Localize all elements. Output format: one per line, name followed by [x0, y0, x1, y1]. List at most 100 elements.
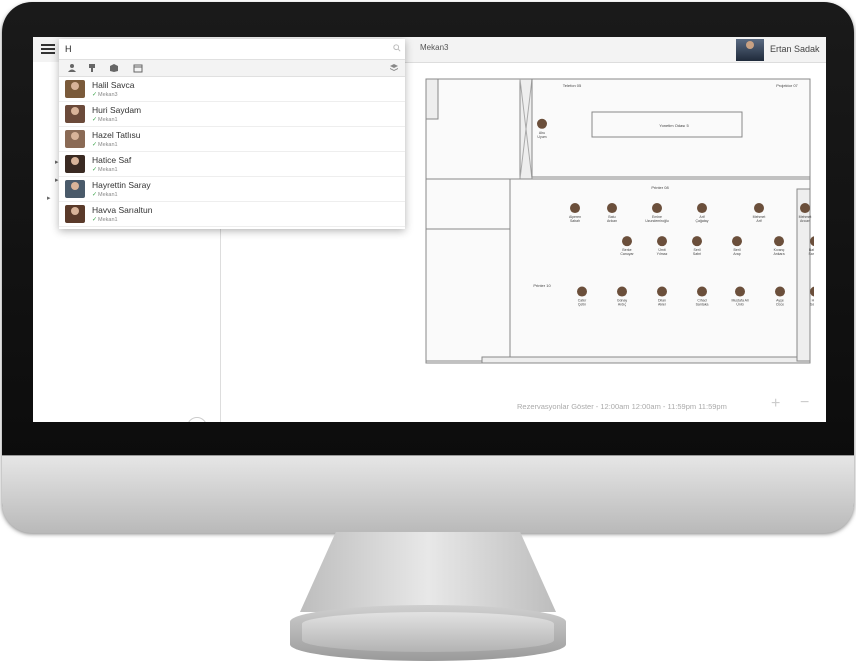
- person-avatar: [692, 236, 702, 247]
- check-icon: ✓: [92, 192, 98, 198]
- hamburger-menu-icon[interactable]: [41, 42, 55, 56]
- search-results-list: Halil Savca ✓Mekan3 Huri Saydam ✓Mekan1 Haze…: [59, 77, 405, 227]
- person-icon[interactable]: [67, 63, 77, 73]
- sidebar-expander-icon[interactable]: ▸: [47, 194, 51, 202]
- result-name: Hatice Saf: [92, 155, 132, 165]
- person-marker[interactable]: [657, 286, 667, 297]
- person-avatar: [570, 203, 580, 214]
- person-marker[interactable]: [652, 203, 662, 214]
- breadcrumb[interactable]: Mekan3: [420, 43, 448, 52]
- result-location-row: ✓Mekan1: [92, 116, 118, 123]
- person-marker[interactable]: [607, 203, 617, 214]
- person-marker[interactable]: [697, 203, 707, 214]
- person-marker[interactable]: [732, 236, 742, 247]
- person-avatar: [732, 236, 742, 247]
- sidebar-expander-icon[interactable]: ▸: [55, 176, 59, 184]
- check-icon: ✓: [92, 142, 98, 148]
- person-marker[interactable]: [617, 286, 627, 297]
- room-label-projektor: Projektor 07: [776, 83, 798, 88]
- result-name: Hayrettin Saray: [92, 180, 151, 190]
- person-marker[interactable]: [570, 203, 580, 214]
- person-avatar: [577, 286, 587, 297]
- search-result-item[interactable]: Hatice Saf ✓Mekan1: [59, 152, 405, 177]
- person-marker[interactable]: [657, 236, 667, 247]
- person-marker[interactable]: [537, 118, 547, 129]
- search-result-item[interactable]: Huri Saydam ✓Mekan1: [59, 102, 405, 127]
- seat-icon[interactable]: [87, 63, 97, 73]
- person-marker[interactable]: [735, 286, 745, 297]
- zoom-in-button[interactable]: +: [771, 395, 780, 413]
- person-marker[interactable]: [692, 236, 702, 247]
- avatar: [65, 130, 85, 148]
- check-icon: ✓: [92, 217, 98, 223]
- search-input[interactable]: [61, 41, 399, 56]
- person-marker[interactable]: [800, 203, 810, 214]
- person-avatar: [800, 203, 810, 214]
- person-avatar: [754, 203, 764, 214]
- search-result-item[interactable]: Hayrettin Saray ✓Mekan1: [59, 177, 405, 202]
- person-avatar: [622, 236, 632, 247]
- person-last-name: Ünlü: [736, 303, 743, 307]
- result-location: Mekan1: [98, 217, 118, 223]
- search-icon[interactable]: [393, 44, 401, 52]
- result-location: Mekan1: [98, 117, 118, 123]
- person-marker[interactable]: [697, 286, 707, 297]
- person-last-name: Arıcan: [800, 219, 810, 223]
- result-name: Huri Saydam: [92, 105, 142, 115]
- person-last-name: Arap: [733, 252, 740, 256]
- result-location-row: ✓Mekan1: [92, 166, 118, 173]
- reservation-toggle-text[interactable]: Rezervasyonlar Göster - 12:00am 12:00am …: [517, 402, 727, 411]
- search-result-item[interactable]: Halil Savca ✓Mekan3: [59, 77, 405, 102]
- check-icon: ✓: [92, 117, 98, 123]
- person-marker[interactable]: [622, 236, 632, 247]
- person-last-name: Akier: [658, 303, 667, 307]
- search-result-item[interactable]: Havva Sarıaltun ✓Mekan1: [59, 202, 405, 227]
- room-label-printer08: Printer 08: [651, 185, 669, 190]
- result-location-row: ✓Mekan1: [92, 191, 118, 198]
- person-marker[interactable]: [774, 236, 784, 247]
- person-last-name: Ankara: [773, 252, 784, 256]
- person-last-name: Savca: [810, 303, 814, 307]
- person-avatar: [774, 236, 784, 247]
- person-marker[interactable]: [810, 286, 814, 297]
- person-marker[interactable]: [775, 286, 785, 297]
- layers-icon[interactable]: [389, 63, 399, 73]
- search-filter-bar: [59, 59, 405, 77]
- monitor-chin: [2, 455, 854, 533]
- user-avatar[interactable]: [736, 39, 764, 61]
- zoom-out-button[interactable]: −: [800, 394, 809, 412]
- sidebar-expander-icon[interactable]: ▸: [55, 158, 59, 166]
- person-marker[interactable]: [754, 203, 764, 214]
- person-last-name: Uyum: [537, 135, 546, 139]
- person-last-name: Uzundemiroğlu: [645, 219, 669, 223]
- person-last-name: Sabah: [570, 219, 580, 223]
- result-location-row: ✓Mekan3: [92, 91, 118, 98]
- help-button[interactable]: ?: [187, 417, 207, 422]
- person-last-name: Çetin: [578, 303, 586, 307]
- result-location: Mekan1: [98, 192, 118, 198]
- person-avatar: [657, 286, 667, 297]
- person-avatar: [810, 286, 814, 297]
- user-name[interactable]: Ertan Sadak: [770, 44, 820, 54]
- result-location-row: ✓Mekan1: [92, 216, 118, 223]
- room-label-telefon: Telefon 05: [563, 83, 582, 88]
- avatar: [65, 80, 85, 98]
- room-icon[interactable]: [109, 63, 119, 73]
- person-last-name: Ardıç: [618, 303, 626, 307]
- calendar-icon[interactable]: [133, 63, 143, 73]
- person-avatar: [607, 203, 617, 214]
- check-icon: ✓: [92, 167, 98, 173]
- search-result-item[interactable]: Hazel Tatlısu ✓Mekan1: [59, 127, 405, 152]
- check-icon: ✓: [92, 92, 98, 98]
- person-marker[interactable]: [810, 236, 814, 247]
- person-marker[interactable]: [577, 286, 587, 297]
- person-avatar: [810, 236, 814, 247]
- room-label-printer10: Printer 10: [533, 283, 551, 288]
- floor-plan[interactable]: Telefon 05 Projektor 07 Yonetim Odası 5 Pri…: [422, 77, 814, 367]
- avatar: [65, 155, 85, 173]
- avatar: [65, 205, 85, 223]
- person-last-name: Saraçlar: [808, 252, 814, 256]
- monitor-stand-neck: [300, 532, 556, 612]
- person-avatar: [657, 236, 667, 247]
- person-last-name: Canuyar: [620, 252, 634, 256]
